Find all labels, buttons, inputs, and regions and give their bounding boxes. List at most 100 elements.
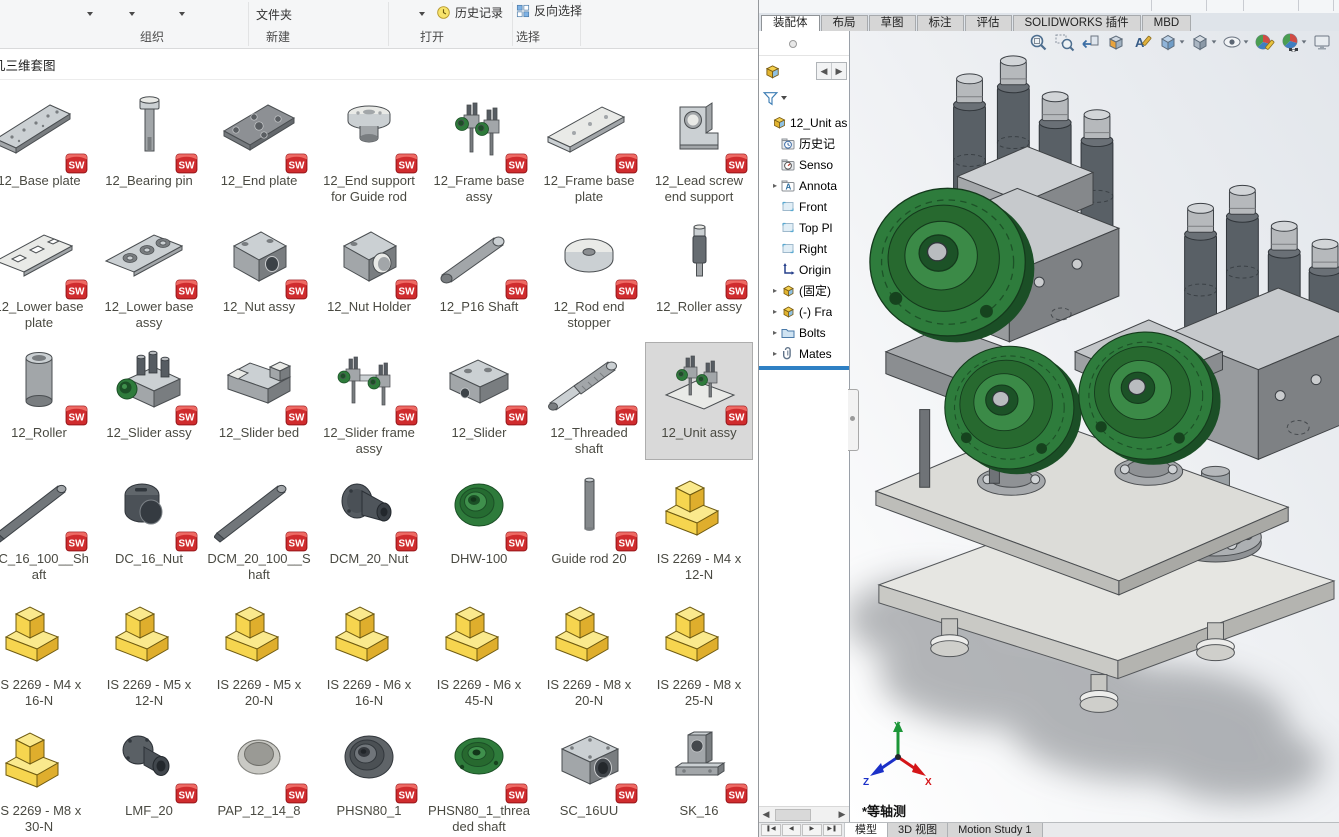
file-item[interactable]: SW12_Nut Holder <box>315 216 423 334</box>
file-item[interactable]: IS 2269 - M4 x 12-N <box>645 468 753 586</box>
scrollbar-thumb[interactable] <box>775 809 811 821</box>
file-item[interactable]: SW12_Nut assy <box>205 216 313 334</box>
study-first-button[interactable]: ❚◀ <box>761 824 781 836</box>
file-item[interactable]: SW12_Lower base assy <box>95 216 203 334</box>
feature-tree-item-plane[interactable]: Front <box>759 196 849 217</box>
file-item[interactable]: SWPHSN80_1_threaded shaft <box>425 720 533 837</box>
file-item[interactable]: SW12_Bearing pin <box>95 90 203 208</box>
panel-pin-icon[interactable] <box>789 40 797 48</box>
feature-tree-item-plane[interactable]: Top Pl <box>759 217 849 238</box>
sw-ribbon-tab-1[interactable]: 布局 <box>821 15 868 31</box>
file-item[interactable]: SW12_Frame base assy <box>425 90 533 208</box>
open-dropdown-icon[interactable] <box>416 8 428 20</box>
feature-tree-item-plane[interactable]: Right <box>759 238 849 259</box>
scroll-left-icon[interactable]: ◀ <box>760 808 772 820</box>
file-item[interactable]: SWDHW-100 <box>425 468 533 586</box>
file-item[interactable]: SW12_Roller <box>0 342 93 460</box>
display-style-icon[interactable] <box>1190 32 1217 52</box>
previous-view-icon[interactable] <box>1080 32 1101 52</box>
zoom-to-area-icon[interactable] <box>1054 32 1075 52</box>
file-item-selected[interactable]: SW12_Unit assy <box>645 342 753 460</box>
scroll-right-icon[interactable]: ▶ <box>836 808 848 820</box>
file-item[interactable]: SW12_Lower base plate <box>0 216 93 334</box>
sw-ribbon-tab-3[interactable]: 标注 <box>917 15 964 31</box>
hide-show-items-icon[interactable] <box>1222 32 1249 52</box>
sw-ribbon-tab-2[interactable]: 草图 <box>869 15 916 31</box>
feature-tree-item-mates[interactable]: ▸Mates <box>759 343 849 364</box>
zoom-to-fit-icon[interactable] <box>1028 32 1049 52</box>
organize-dropdown-icon[interactable] <box>84 8 96 20</box>
sw-ribbon-tab-6[interactable]: MBD <box>1142 15 1192 31</box>
history-button[interactable]: 历史记录 <box>436 4 503 21</box>
file-item[interactable]: SWDC_16_Nut <box>95 468 203 586</box>
tree-filter[interactable] <box>759 86 849 110</box>
view-orientation-icon[interactable] <box>1158 32 1185 52</box>
file-item[interactable]: SWSK_16 <box>645 720 753 837</box>
sw-ribbon-tab-4[interactable]: 评估 <box>965 15 1012 31</box>
file-item[interactable]: SW12_End support for Guide rod <box>315 90 423 208</box>
file-item[interactable]: SWPAP_12_14_8 <box>205 720 313 837</box>
feature-tree-item-sensors[interactable]: Senso <box>759 154 849 175</box>
feature-tree-item-origin[interactable]: Origin <box>759 259 849 280</box>
file-item[interactable]: IS 2269 - M8 x 30-N <box>0 720 93 837</box>
study-last-button[interactable]: ▶❚ <box>823 824 843 836</box>
file-item[interactable]: SW12_Base plate <box>0 90 93 208</box>
section-view-icon[interactable] <box>1106 32 1127 52</box>
file-item[interactable]: SWDCM_20_Nut <box>315 468 423 586</box>
feature-manager-tab-icon[interactable] <box>763 63 781 80</box>
file-item[interactable]: SW12_Threaded shaft <box>535 342 643 460</box>
panel-tab-scroll-left-icon[interactable]: ◀ <box>817 63 831 79</box>
study-prev-button[interactable]: ◀ <box>782 824 802 836</box>
file-item[interactable]: IS 2269 - M8 x 20-N <box>535 594 643 712</box>
file-item[interactable]: SWDC_16_100__Shaft <box>0 468 93 586</box>
file-item[interactable]: SW12_End plate <box>205 90 313 208</box>
file-item[interactable]: IS 2269 - M5 x 20-N <box>205 594 313 712</box>
expand-caret-icon[interactable]: ▸ <box>770 307 780 316</box>
expand-caret-icon[interactable]: ▸ <box>770 181 780 190</box>
feature-tree-item-history[interactable]: 历史记 <box>759 133 849 154</box>
file-item[interactable]: SW12_Slider bed <box>205 342 313 460</box>
tree-horizontal-scrollbar[interactable]: ◀ ▶ <box>759 806 849 822</box>
file-item[interactable]: SWLMF_20 <box>95 720 203 837</box>
invert-selection-button[interactable]: 反向选择 <box>516 2 582 19</box>
feature-tree-item-annotations[interactable]: ▸AAnnota <box>759 175 849 196</box>
file-item[interactable]: SWPHSN80_1 <box>315 720 423 837</box>
edit-appearance-icon[interactable] <box>1254 32 1275 52</box>
expand-caret-icon[interactable]: ▸ <box>770 286 780 295</box>
expand-caret-icon[interactable]: ▸ <box>770 349 780 358</box>
file-item[interactable]: IS 2269 - M4 x 16-N <box>0 594 93 712</box>
feature-tree-item-component[interactable]: ▸(固定) <box>759 280 849 301</box>
study-next-button[interactable]: ▶ <box>802 824 822 836</box>
view-settings-icon[interactable] <box>1312 32 1333 52</box>
file-item[interactable]: SW12_Slider <box>425 342 533 460</box>
file-item[interactable]: SW12_Slider frame assy <box>315 342 423 460</box>
file-item[interactable]: SW12_P16 Shaft <box>425 216 533 334</box>
panel-splitter-handle[interactable] <box>848 389 859 451</box>
file-item[interactable]: SW12_Roller assy <box>645 216 753 334</box>
organize-dropdown-icon[interactable] <box>126 8 138 20</box>
file-item[interactable]: SW12_Frame base plate <box>535 90 643 208</box>
file-item[interactable]: IS 2269 - M6 x 16-N <box>315 594 423 712</box>
file-item[interactable]: IS 2269 - M6 x 45-N <box>425 594 533 712</box>
file-item[interactable]: SW12_Lead screw end support <box>645 90 753 208</box>
file-item[interactable]: IS 2269 - M8 x 25-N <box>645 594 753 712</box>
file-item[interactable]: SWSC_16UU <box>535 720 643 837</box>
apply-scene-icon[interactable] <box>1280 32 1307 52</box>
expand-caret-icon[interactable]: ▸ <box>770 328 780 337</box>
sw-ribbon-tab-0[interactable]: 装配体 <box>761 15 820 31</box>
feature-tree-item-component[interactable]: ▸(-) Fra <box>759 301 849 322</box>
dynamic-annotation-views-icon[interactable]: A <box>1132 32 1153 52</box>
file-item[interactable]: SW12_Rod end stopper <box>535 216 643 334</box>
assembly-3d-model[interactable] <box>850 31 1339 822</box>
new-folder-button[interactable]: 文件夹 <box>256 6 292 23</box>
file-item[interactable]: SWGuide rod 20 <box>535 468 643 586</box>
tab-3d-views[interactable]: 3D 视图 <box>888 823 948 837</box>
sw-ribbon-tab-5[interactable]: SOLIDWORKS 插件 <box>1013 15 1141 31</box>
graphics-viewport[interactable]: A <box>850 31 1339 822</box>
tab-motion-study[interactable]: Motion Study 1 <box>948 823 1042 837</box>
file-item[interactable]: SW12_Slider assy <box>95 342 203 460</box>
tab-model[interactable]: 模型 <box>845 823 888 837</box>
feature-tree-item-assembly[interactable]: 12_Unit as <box>759 112 849 133</box>
organize-dropdown-icon[interactable] <box>176 8 188 20</box>
feature-tree-item-folder[interactable]: ▸Bolts <box>759 322 849 343</box>
